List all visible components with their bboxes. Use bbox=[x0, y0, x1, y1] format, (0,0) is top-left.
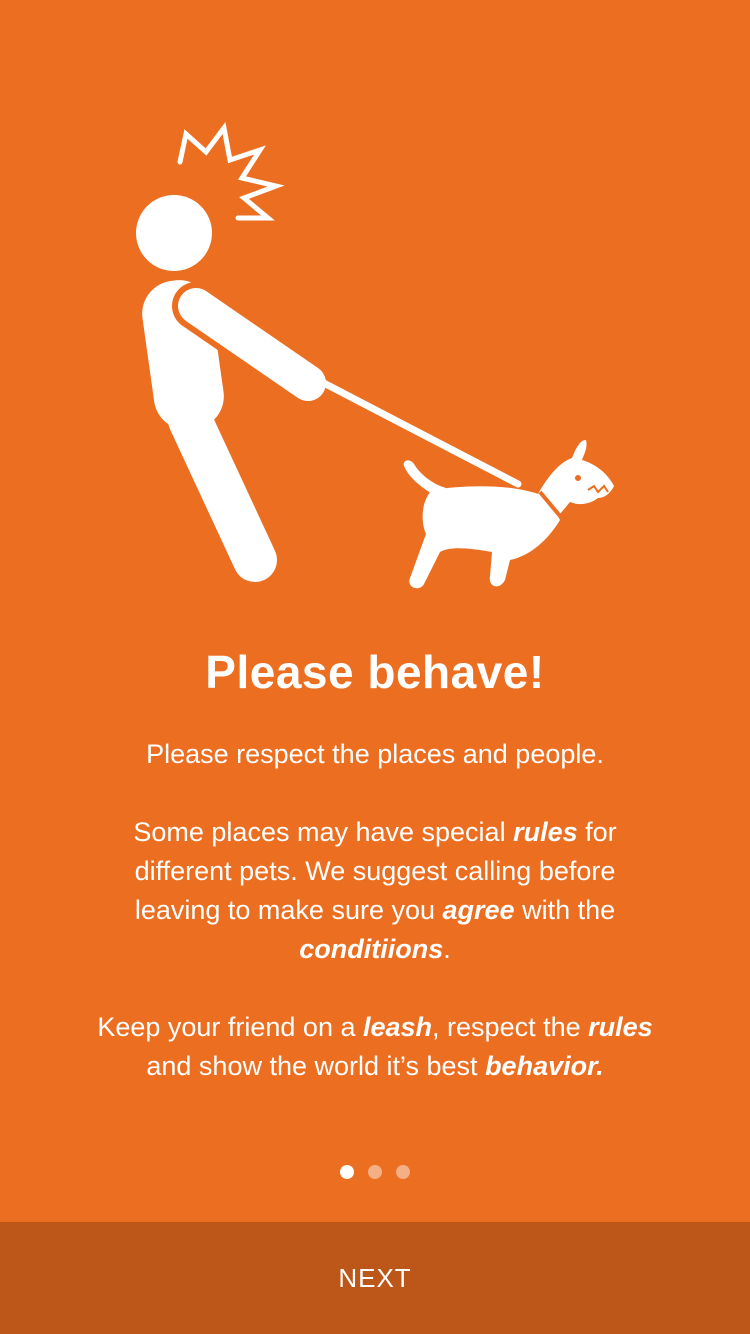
page-indicator bbox=[0, 1165, 750, 1181]
text-segment: and show the world it’s best bbox=[146, 1051, 486, 1081]
person-icon bbox=[136, 195, 332, 582]
text-segment: with the bbox=[514, 895, 616, 925]
text-segment: , respect the bbox=[432, 1012, 589, 1042]
person-walking-dog-illustration bbox=[0, 0, 750, 620]
emphasis-conditions: conditiions bbox=[299, 934, 444, 964]
emphasis-rules: rules bbox=[588, 1012, 653, 1042]
page-dot-1[interactable] bbox=[340, 1165, 354, 1179]
emphasis-behavior: behavior. bbox=[485, 1051, 604, 1081]
paragraph-leash: Keep your friend on a leash, respect the… bbox=[95, 1008, 655, 1086]
leash-icon bbox=[314, 376, 522, 488]
bottom-bar: NEXT bbox=[0, 1222, 750, 1334]
text-segment: Some places may have special bbox=[133, 817, 514, 847]
page-title: Please behave! bbox=[205, 646, 545, 698]
paragraph-respect: Please respect the places and people. bbox=[146, 739, 604, 769]
text-segment: . bbox=[443, 934, 451, 964]
onboarding-description: Please respect the places and people. So… bbox=[95, 735, 655, 1086]
emphasis-agree: agree bbox=[442, 895, 515, 925]
paragraph-special-rules: Some places may have special rules for d… bbox=[95, 813, 655, 969]
text-segment: Keep your friend on a bbox=[97, 1012, 363, 1042]
next-button[interactable]: NEXT bbox=[338, 1263, 411, 1294]
emphasis-leash: leash bbox=[363, 1012, 433, 1042]
page-dot-2[interactable] bbox=[368, 1165, 382, 1179]
page-dot-3[interactable] bbox=[396, 1165, 410, 1179]
dog-icon bbox=[403, 440, 614, 589]
emphasis-rules: rules bbox=[513, 817, 578, 847]
